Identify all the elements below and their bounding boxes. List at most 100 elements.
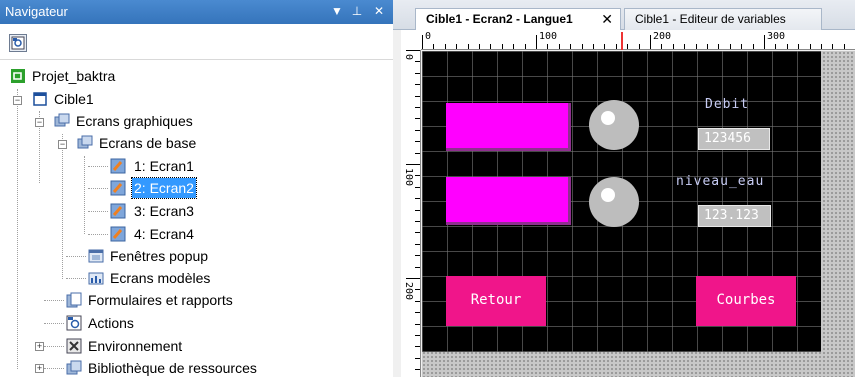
ruler-tick — [650, 35, 651, 49]
library-icon — [66, 360, 82, 375]
ruler-label: 0 — [425, 31, 432, 42]
ruler-tick — [415, 61, 420, 63]
ruler-tick — [415, 357, 420, 359]
ruler-tick — [513, 44, 515, 49]
value-niveau-eau[interactable]: 123.123 — [698, 205, 771, 227]
indicator-rect-niveau[interactable] — [446, 177, 571, 225]
navigator-panel: Navigateur ▼ ⊥ ✕ Projet_baktra − Cible1 … — [0, 0, 393, 377]
horizontal-ruler: 0 100 200 300 — [401, 30, 855, 50]
navigator-tree: Projet_baktra − Cible1 − Ecrans graphiqu… — [0, 60, 393, 377]
ruler-tick — [615, 44, 617, 49]
ruler-tick — [843, 44, 845, 49]
ruler-tick — [764, 35, 765, 49]
template-screens-icon — [88, 272, 104, 285]
ruler-tick — [415, 186, 420, 188]
pin-icon[interactable]: ⊥ — [350, 3, 364, 19]
indicator-lamp-debit[interactable] — [589, 100, 639, 150]
ruler-label: 100 — [403, 168, 414, 187]
ruler-tick — [695, 44, 697, 49]
ruler-tick — [718, 44, 720, 49]
collapse-icon[interactable]: − — [35, 118, 44, 127]
screen-brush-icon — [110, 203, 126, 219]
ruler-tick — [821, 44, 822, 49]
ruler-tick — [684, 44, 686, 49]
ruler-tick — [444, 44, 446, 49]
ruler-tick — [661, 44, 663, 49]
collapse-icon[interactable]: − — [13, 96, 22, 105]
ruler-tick — [415, 84, 420, 86]
actions-icon — [66, 315, 82, 331]
ruler-tick — [415, 209, 420, 211]
ruler-corner — [401, 30, 421, 50]
ruler-cursor-marker — [621, 32, 623, 50]
vertical-ruler: 0 100 200 — [401, 50, 421, 377]
ruler-tick — [786, 44, 788, 49]
expand-icon[interactable]: + — [35, 364, 44, 373]
ruler-tick — [729, 44, 731, 49]
ruler-tick — [415, 369, 420, 371]
retour-button[interactable]: Retour — [446, 276, 546, 326]
ruler-tick — [707, 44, 708, 49]
ruler-tick — [456, 44, 458, 49]
screen-brush-icon — [110, 180, 126, 196]
ruler-tick — [604, 44, 606, 49]
ruler-tick — [415, 152, 420, 154]
close-icon[interactable]: ✕ — [372, 3, 386, 19]
target-icon — [33, 92, 47, 106]
project-icon — [11, 69, 25, 83]
tab-ecran2[interactable]: Cible1 - Ecran2 - Langue1 ✕ — [415, 8, 621, 30]
ruler-tick — [415, 95, 420, 97]
label-debit[interactable]: Debit — [705, 97, 749, 112]
ruler-tick — [422, 35, 423, 49]
navigator-toolbar — [0, 24, 393, 60]
indicator-lamp-niveau[interactable] — [589, 177, 639, 227]
screen-editor: Cible1 - Ecran2 - Langue1 ✕ Cible1 - Edi… — [393, 0, 855, 377]
ruler-tick — [415, 175, 420, 177]
ruler-tick — [832, 44, 834, 49]
ruler-tick — [433, 44, 435, 49]
tab-variable-editor[interactable]: Cible1 - Editeur de variables — [624, 8, 822, 30]
ruler-tick — [467, 44, 469, 49]
ruler-tick — [415, 72, 420, 74]
ruler-tick — [672, 44, 674, 49]
ruler-tick — [490, 44, 492, 49]
ruler-tick — [415, 221, 420, 222]
ruler-tick — [406, 164, 420, 165]
screens-folder-icon — [54, 113, 70, 127]
indicator-rect-debit[interactable] — [446, 103, 571, 151]
ruler-tick — [415, 198, 420, 200]
ruler-tick — [406, 50, 420, 51]
ruler-tick — [415, 312, 420, 314]
screen-brush-icon — [110, 226, 126, 242]
courbes-button[interactable]: Courbes — [696, 276, 796, 326]
ruler-label: 200 — [403, 282, 414, 301]
ruler-tick — [752, 44, 754, 49]
close-tab-icon[interactable]: ✕ — [601, 9, 613, 29]
ruler-tick — [638, 44, 640, 49]
ruler-tick — [501, 44, 503, 49]
ruler-tick — [415, 289, 420, 291]
ruler-tick — [415, 243, 420, 245]
ruler-label: 0 — [403, 54, 414, 61]
ruler-tick — [415, 232, 420, 234]
ruler-tick — [798, 44, 800, 49]
navigator-title: Navigateur — [5, 4, 68, 19]
expand-icon[interactable]: + — [35, 342, 44, 351]
ruler-tick — [775, 44, 777, 49]
ruler-tick — [547, 44, 549, 49]
ruler-tick — [415, 255, 420, 257]
ruler-tick — [809, 44, 811, 49]
dropdown-icon[interactable]: ▼ — [330, 3, 344, 19]
ruler-tick — [558, 44, 560, 49]
forms-icon — [66, 292, 82, 308]
value-debit[interactable]: 123456 — [698, 128, 770, 150]
label-niveau-eau[interactable]: niveau_eau — [676, 174, 764, 189]
ruler-tick — [415, 129, 420, 131]
properties-icon[interactable] — [9, 34, 27, 52]
ruler-tick — [406, 278, 420, 279]
hmi-screen[interactable]: Debit 123456 niveau_eau 123.123 Retour C… — [422, 51, 821, 352]
ruler-label: 200 — [653, 31, 672, 42]
ruler-label: 300 — [767, 31, 786, 42]
collapse-icon[interactable]: − — [58, 140, 67, 149]
ruler-tick — [415, 335, 420, 336]
